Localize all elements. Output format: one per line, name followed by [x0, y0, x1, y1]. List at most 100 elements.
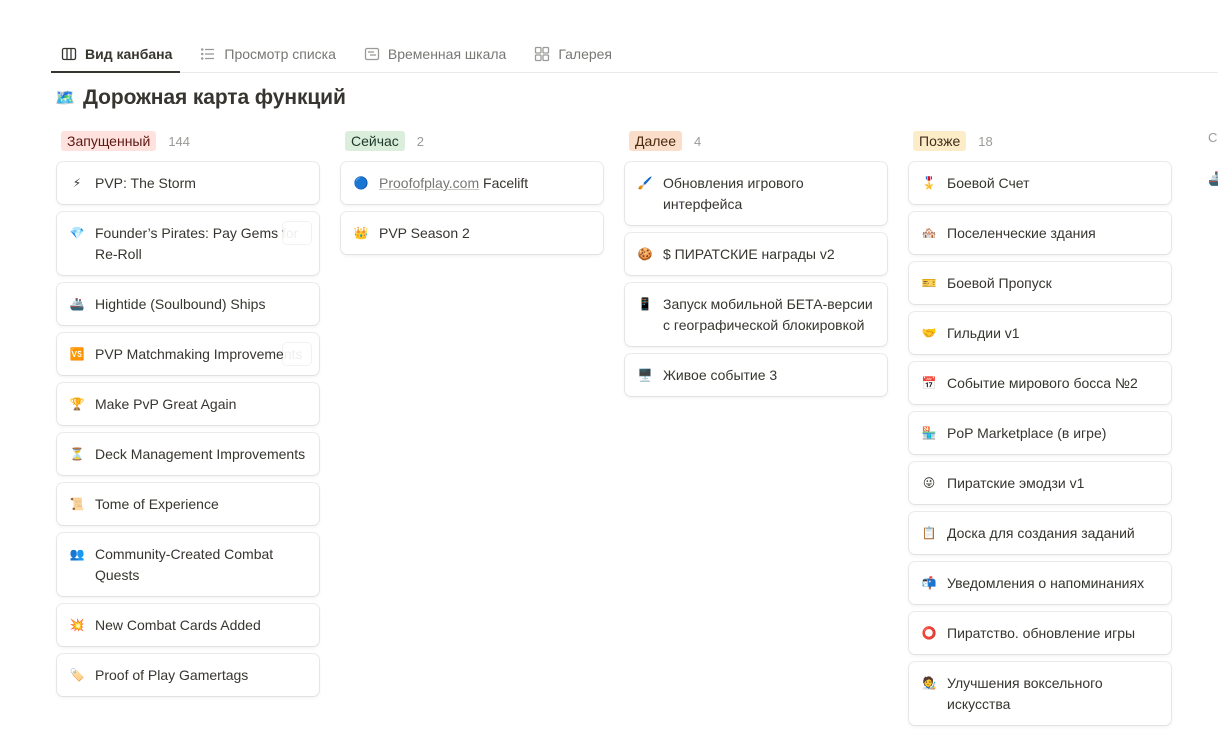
card-emoji-icon: 👥 — [69, 547, 85, 561]
card-title: Гильдии v1 — [947, 325, 1020, 341]
card-emoji-icon: ⭕ — [921, 626, 937, 640]
card-emoji-icon: 📬 — [921, 576, 937, 590]
kanban-card[interactable]: 📱 Запуск мобильной БЕТА-версии с географи… — [625, 283, 887, 346]
column-count: 144 — [168, 133, 191, 149]
card-emoji-icon: ⏳ — [69, 447, 85, 461]
card-emoji-icon: 💥 — [69, 618, 85, 632]
card-title: Уведомления о напоминаниях — [947, 575, 1145, 591]
kanban-card[interactable]: ⭕ Пиратство. обновление игры — [909, 612, 1171, 654]
card-title: PoP Marketplace (в игре) — [947, 425, 1107, 441]
card-emoji-icon: 🤝 — [921, 326, 937, 340]
card-emoji-icon: 🏘️ — [921, 226, 937, 240]
kanban-board: Запущенный 144 ⚡ PVP: The Storm 💎 Founder’s P… — [57, 130, 1193, 730]
card-emoji-icon: 🎫 — [921, 276, 937, 290]
column-header[interactable]: Запущенный 144 — [57, 130, 319, 152]
card-emoji-icon: ⚡ — [72, 176, 82, 190]
kanban-card[interactable]: 🖥️ Живое событие 3 — [625, 354, 887, 396]
card-emoji-icon: 🚢 — [69, 297, 85, 311]
kanban-card[interactable]: 🏷️ Proof of Play Gamertags — [57, 654, 319, 696]
kanban-card[interactable]: 🏘️ Поселенческие здания — [909, 212, 1171, 254]
kanban-card[interactable]: 🤝 Гильдии v1 — [909, 312, 1171, 354]
card-emoji-icon: 🖌️ — [637, 176, 653, 190]
tab-list[interactable]: Просмотр списка — [190, 36, 343, 72]
card-title: PVP Season 2 — [379, 225, 470, 241]
page-title: Дорожная карта функций — [83, 86, 346, 109]
kanban-card[interactable]: 🖌️ Обновления игрового интерфейса — [625, 162, 887, 225]
card-emoji-icon: 🆚 — [69, 347, 85, 361]
card-emoji-icon: 🔵 — [353, 176, 369, 190]
card-title: Боевой Пропуск — [947, 275, 1052, 291]
column-count: 4 — [694, 133, 702, 149]
timeline-icon — [364, 46, 380, 62]
column-status-badge: Запущенный — [61, 131, 157, 151]
kanban-card[interactable]: 🎫 Боевой Пропуск — [909, 262, 1171, 304]
card-title: Живое событие 3 — [663, 367, 778, 383]
card-title: Обновления игрового интерфейса — [663, 175, 804, 212]
card-title: Доска для создания заданий — [947, 525, 1135, 541]
kanban-card[interactable]: 📅 Событие мирового босса №2 — [909, 362, 1171, 404]
column-count: 2 — [416, 133, 425, 149]
kanban-card[interactable]: 😜 Пиратские эмодзи v1 — [909, 462, 1171, 504]
kanban-card[interactable]: 🚢 Hightide (Soulbound) Ships — [57, 283, 319, 325]
kanban-card[interactable]: 🎖️ Боевой Счет — [909, 162, 1171, 204]
kanban-card[interactable]: ⏳ Deck Management Improvements — [57, 433, 319, 475]
card-emoji-icon: 📱 — [637, 297, 653, 311]
column-header[interactable]: Сейчас 2 — [341, 130, 603, 152]
kanban-card[interactable]: 📬 Уведомления о напоминаниях — [909, 562, 1171, 604]
column-status-badge: Далее — [629, 131, 683, 151]
page-header: 🗺️ Дорожная карта функций — [55, 86, 346, 110]
tab-timeline[interactable]: Временная шкала — [354, 36, 514, 72]
tab-label: Временная шкала — [387, 46, 507, 62]
card-title: Запуск мобильной БЕТА-версии с географич… — [663, 296, 873, 333]
card-emoji-icon: 😜 — [922, 476, 936, 490]
gallery-icon — [534, 46, 550, 62]
kanban-card[interactable]: 🆚 PVP Matchmaking Improvements — [57, 333, 319, 375]
card-title: Пиратство. обновление игры — [947, 625, 1136, 641]
kanban-card[interactable]: 📋 Доска для создания заданий — [909, 512, 1171, 554]
card-emoji-icon: 📅 — [921, 376, 937, 390]
kanban-card[interactable]: ⚡ PVP: The Storm — [57, 162, 319, 204]
card-emoji-icon: 💎 — [69, 226, 85, 240]
card-hover-button[interactable] — [283, 343, 311, 365]
kanban-card[interactable]: 📜 Tome of Experience — [57, 483, 319, 525]
card-emoji-icon: 🏆 — [69, 397, 85, 411]
kanban-card[interactable]: 🏪 PoP Marketplace (в игре) — [909, 412, 1171, 454]
card-emoji-icon: 📋 — [921, 526, 937, 540]
tab-board[interactable]: Вид канбана — [51, 36, 181, 73]
board-column: Позже 18 🎖️ Боевой Счет 🏘️ Поселенческие здан… — [909, 130, 1171, 730]
card-link[interactable]: Proofofplay.com — [379, 175, 479, 191]
column-header[interactable]: Далее 4 — [625, 130, 887, 152]
kanban-card[interactable]: 🏆 Make PvP Great Again — [57, 383, 319, 425]
card-title: Hightide (Soulbound) Ships — [95, 296, 266, 312]
card-title: Боевой Счет — [947, 175, 1030, 191]
tab-label: Вид канбана — [85, 46, 173, 62]
card-title: Make PvP Great Again — [95, 396, 237, 412]
card-title-text: Facelift — [483, 175, 529, 191]
card-title: Поселенческие здания — [947, 225, 1096, 241]
board-column: Запущенный 144 ⚡ PVP: The Storm 💎 Founder’s P… — [57, 130, 319, 730]
kanban-card[interactable]: 🧑‍🎨 Улучшения воксельного искусства — [909, 662, 1171, 725]
card-emoji-icon: 🎖️ — [921, 176, 937, 190]
kanban-card[interactable]: 👥 Community-Created Combat Quests — [57, 533, 319, 596]
kanban-card[interactable]: 🍪 $ ПИРАТСКИЕ награды v2 — [625, 233, 887, 275]
card-emoji-icon: 👑 — [353, 226, 369, 240]
tab-label: Просмотр списка — [224, 46, 336, 62]
card-hover-button[interactable] — [283, 222, 311, 244]
card-title: PVP Matchmaking Improvements — [95, 346, 303, 362]
card-emoji-icon: 🏪 — [921, 426, 937, 440]
kanban-card[interactable]: 💎 Founder’s Pirates: Pay Gems for Re-Roll — [57, 212, 319, 275]
tab-gallery[interactable]: Галерея — [524, 36, 620, 72]
card-emoji-icon: 🧑‍🎨 — [921, 676, 937, 690]
kanban-card[interactable]: 👑 PVP Season 2 — [341, 212, 603, 254]
card-title: Улучшения воксельного искусства — [947, 675, 1103, 712]
kanban-card[interactable]: 🔵 Proofofplay.com Facelift — [341, 162, 603, 204]
board-column: Далее 4 🖌️ Обновления игрового интерфейса 🍪 $… — [625, 130, 887, 730]
card-emoji-icon: 🏷️ — [69, 668, 85, 682]
card-title: Deck Management Improvements — [95, 446, 306, 462]
kanban-card[interactable]: 💥 New Combat Cards Added — [57, 604, 319, 646]
card-title: $ ПИРАТСКИЕ награды v2 — [663, 246, 835, 262]
column-header[interactable]: Позже 18 — [909, 130, 1171, 152]
card-emoji-icon: 🖥️ — [637, 368, 653, 382]
partial-column-header: С — [1208, 130, 1218, 145]
partial-column-card-icon: 🚢 — [1208, 170, 1218, 186]
